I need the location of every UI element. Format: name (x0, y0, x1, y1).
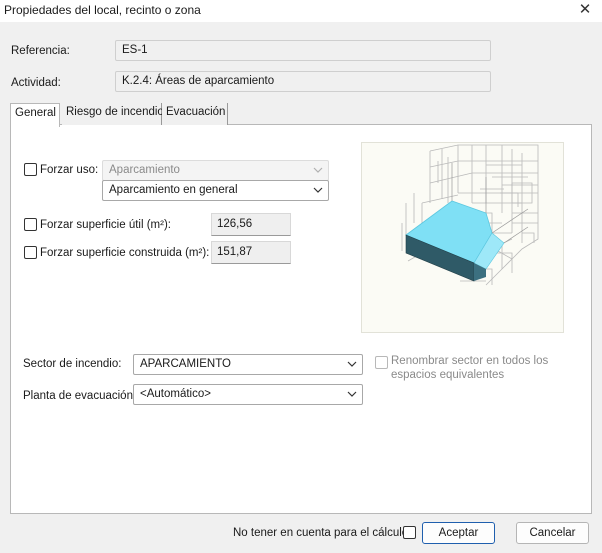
tab-evacuacion-label: Evacuación (166, 106, 226, 118)
model-preview (361, 142, 564, 333)
forzar-superficie-construida-label: Forzar superficie construida (m²): (40, 247, 210, 259)
planta-evacuacion-value: <Automático> (140, 388, 211, 400)
uso-select: Aparcamiento (102, 160, 329, 181)
dialog-window: Propiedades del local, recinto o zona ✕ … (0, 0, 602, 553)
forzar-uso-label: Forzar uso: (40, 164, 99, 176)
planta-evacuacion-select[interactable]: <Automático> (133, 384, 363, 405)
close-icon[interactable]: ✕ (576, 1, 594, 19)
chevron-down-icon (347, 391, 357, 397)
tab-riesgo-incendio[interactable]: Riesgo de incendio (62, 103, 164, 125)
tab-riesgo-label: Riesgo de incendio (66, 106, 164, 118)
uso-subselect[interactable]: Aparcamiento en general (102, 180, 329, 201)
uso-select-value: Aparcamiento (109, 164, 180, 176)
referencia-field: ES-1 (115, 40, 491, 61)
renombrar-sector-checkbox (375, 356, 388, 369)
tab-general-label: General (15, 107, 56, 119)
referencia-label: Referencia: (11, 45, 70, 57)
sector-incendio-select[interactable]: APARCAMIENTO (133, 354, 363, 375)
renombrar-sector-label-line1: Renombrar sector en todos los (391, 355, 549, 367)
ignore-calculation-checkbox[interactable] (403, 526, 416, 539)
actividad-label: Actividad: (11, 77, 61, 89)
forzar-superficie-construida-checkbox[interactable] (24, 246, 37, 259)
superficie-construida-field: 151,87 (211, 241, 291, 264)
chevron-down-icon (347, 361, 357, 367)
uso-subselect-value: Aparcamiento en general (109, 184, 238, 196)
chevron-down-icon (313, 187, 323, 193)
chevron-down-icon (313, 167, 323, 173)
sector-incendio-label: Sector de incendio: (23, 358, 122, 370)
renombrar-sector-label-line2: espacios equivalentes (391, 369, 505, 381)
forzar-superficie-util-label: Forzar superficie útil (m²): (40, 219, 171, 231)
building-model-image (401, 144, 539, 286)
cancel-button[interactable]: Cancelar (516, 522, 589, 544)
forzar-superficie-util-checkbox[interactable] (24, 218, 37, 231)
actividad-field: K.2.4: Áreas de aparcamiento (115, 71, 491, 92)
planta-evacuacion-label: Planta de evacuación: (23, 390, 137, 402)
superficie-util-field: 126,56 (211, 213, 291, 236)
accept-button[interactable]: Aceptar (422, 522, 495, 544)
window-title: Propiedades del local, recinto o zona (4, 3, 201, 17)
tab-general[interactable]: General (10, 103, 60, 127)
sector-incendio-value: APARCAMIENTO (140, 358, 231, 370)
title-bar: Propiedades del local, recinto o zona ✕ (0, 0, 602, 22)
forzar-uso-checkbox[interactable] (24, 163, 37, 176)
ignore-calculation-label: No tener en cuenta para el cálculo (233, 527, 409, 539)
tab-evacuacion[interactable]: Evacuación (162, 103, 228, 125)
